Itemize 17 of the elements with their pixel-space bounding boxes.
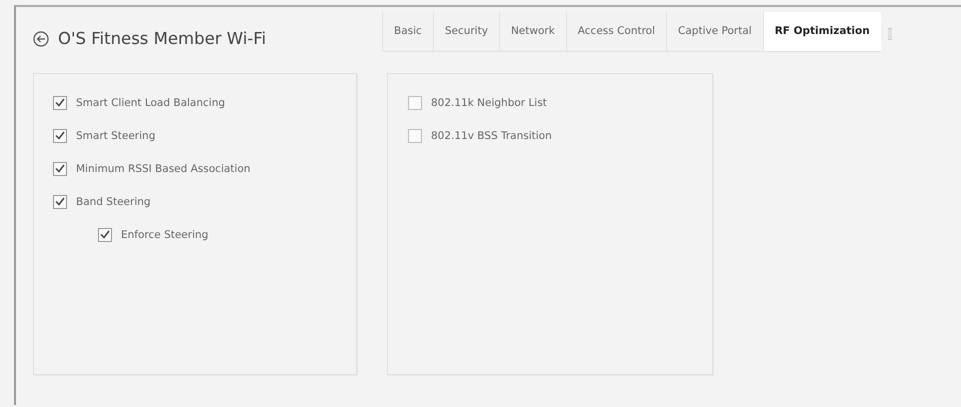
checkbox[interactable]: [53, 96, 67, 110]
tab[interactable]: RF Optimization: [762, 12, 881, 51]
page-title: O'S Fitness Member Wi-Fi: [58, 29, 266, 48]
checkbox-label: Smart Client Load Balancing: [76, 96, 226, 108]
checkbox-label: 802.11k Neighbor List: [431, 96, 547, 108]
checkbox[interactable]: [98, 228, 112, 242]
checkbox-label: Band Steering: [76, 196, 151, 208]
checkbox-label: Smart Steering: [76, 130, 156, 142]
checkbox[interactable]: [53, 194, 67, 208]
checkbox[interactable]: [408, 128, 422, 142]
checkbox-label: Enforce Steering: [121, 228, 208, 240]
checkbox[interactable]: [408, 96, 422, 110]
checkbox-label: Minimum RSSI Based Association: [76, 162, 250, 174]
checkbox-label: 802.11v BSS Transition: [431, 130, 552, 142]
drag-handle-icon[interactable]: [888, 28, 892, 40]
checkbox[interactable]: [53, 128, 67, 142]
checkbox[interactable]: [53, 162, 67, 176]
